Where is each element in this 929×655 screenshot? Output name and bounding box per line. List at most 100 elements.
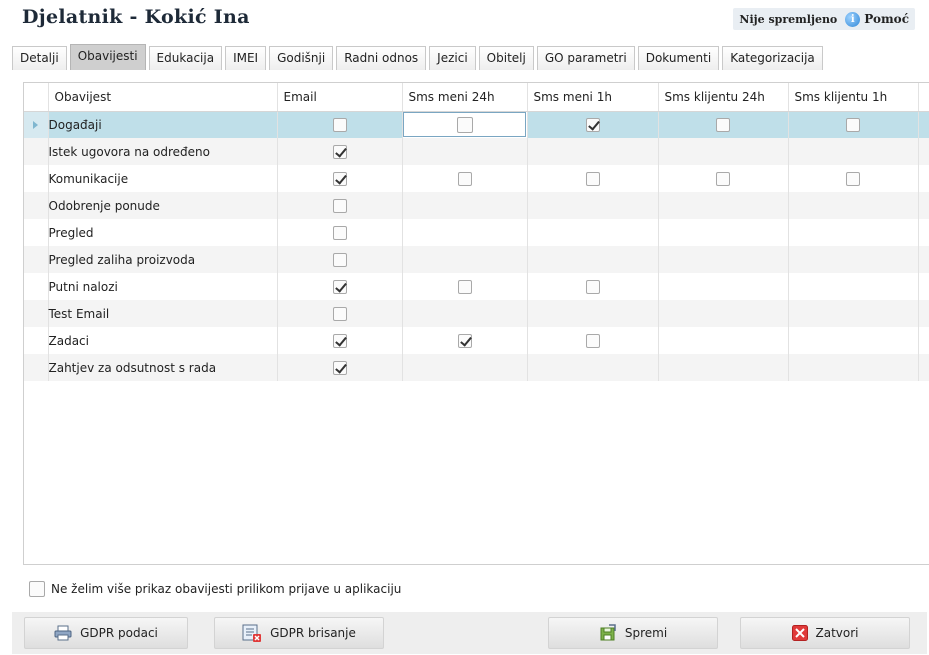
optout-checkbox[interactable] bbox=[29, 581, 45, 597]
email-checkbox[interactable] bbox=[332, 306, 347, 321]
email-checkbox[interactable] bbox=[332, 360, 347, 375]
row-indicator[interactable] bbox=[24, 273, 49, 300]
email-checkbox[interactable] bbox=[332, 279, 347, 294]
notification-name-cell: Događaji bbox=[48, 111, 278, 138]
email-checkbox[interactable] bbox=[332, 171, 347, 186]
sms-me-1h-cell bbox=[527, 219, 659, 246]
filler-cell bbox=[918, 354, 929, 381]
tab-radni-odnos[interactable]: Radni odnos bbox=[336, 46, 427, 70]
row-indicator[interactable] bbox=[24, 138, 49, 165]
sms-me-24h-checkbox[interactable] bbox=[456, 116, 473, 133]
tab-obavijesti[interactable]: Obavijesti bbox=[69, 44, 146, 70]
email-checkbox[interactable] bbox=[332, 118, 347, 132]
sms-me-1h-checkbox[interactable] bbox=[585, 333, 600, 348]
sms-me-24h-checkbox[interactable] bbox=[457, 279, 472, 294]
sms-me-1h-cell bbox=[527, 354, 659, 381]
sms-me-24h-cell bbox=[402, 138, 528, 165]
sms-me-1h-cell bbox=[527, 138, 659, 165]
sms-client-24h-cell bbox=[658, 138, 789, 165]
sms-client-1h-cell bbox=[788, 165, 919, 192]
sms-client-24h-cell bbox=[658, 165, 789, 192]
email-checkbox[interactable] bbox=[332, 333, 347, 348]
gdpr-data-button[interactable]: GDPR podaci bbox=[24, 617, 188, 649]
tab-obitelj[interactable]: Obitelj bbox=[478, 46, 534, 70]
tab-go-parametri[interactable]: GO parametri bbox=[536, 46, 635, 70]
notifications-grid-panel: Obavijest Email Sms meni 24h Sms meni 1h… bbox=[23, 82, 929, 565]
sms-me-24h-checkbox[interactable] bbox=[457, 333, 472, 348]
sms-client-1h-checkbox[interactable] bbox=[846, 118, 860, 132]
sms-me-1h-checkbox[interactable] bbox=[585, 171, 600, 186]
row-indicator[interactable] bbox=[24, 300, 49, 327]
sms-client-1h-cell bbox=[788, 300, 919, 327]
table-row[interactable]: Pregled bbox=[24, 219, 929, 246]
sms-client-24h-checkbox[interactable] bbox=[716, 118, 730, 132]
sms-client-24h-checkbox[interactable] bbox=[716, 171, 730, 186]
row-indicator[interactable] bbox=[24, 111, 49, 138]
row-indicator[interactable] bbox=[24, 246, 49, 273]
sms-me-1h-cell bbox=[527, 192, 659, 219]
email-cell bbox=[277, 300, 403, 327]
email-cell bbox=[277, 111, 403, 138]
sms-me-24h-cell bbox=[402, 246, 528, 273]
table-row[interactable]: Pregled zaliha proizvoda bbox=[24, 246, 929, 273]
email-cell bbox=[277, 138, 403, 165]
row-indicator[interactable] bbox=[24, 219, 49, 246]
column-header-sms-meni-1h[interactable]: Sms meni 1h bbox=[527, 83, 659, 112]
tab-detalji[interactable]: Detalji bbox=[12, 46, 67, 70]
tab-bar: Detalji Obavijesti Edukacija IMEI Godišn… bbox=[12, 44, 917, 70]
table-row[interactable]: Događaji bbox=[24, 111, 929, 138]
tab-edukacija[interactable]: Edukacija bbox=[148, 46, 223, 70]
sms-me-24h-checkbox[interactable] bbox=[457, 171, 472, 186]
row-selector-arrow-icon bbox=[33, 120, 38, 129]
help-button[interactable]: i Pomoć bbox=[845, 11, 909, 27]
tab-godisnji[interactable]: Godišnji bbox=[269, 46, 334, 70]
sms-me-24h-cell bbox=[402, 300, 528, 327]
tab-imei[interactable]: IMEI bbox=[225, 46, 267, 70]
save-icon bbox=[599, 624, 617, 642]
sms-client-1h-cell bbox=[788, 111, 919, 138]
table-row[interactable]: Istek ugovora na određeno bbox=[24, 138, 929, 165]
sms-client-24h-cell bbox=[658, 327, 789, 354]
column-header-sms-klijentu-24h[interactable]: Sms klijentu 24h bbox=[658, 83, 789, 112]
sms-client-1h-checkbox[interactable] bbox=[846, 171, 860, 186]
email-checkbox[interactable] bbox=[332, 144, 347, 159]
filler-cell bbox=[918, 192, 929, 219]
notification-name-cell: Putni nalozi bbox=[48, 273, 278, 300]
grid-body: Događaji Istek ugovora na određeno Komunik… bbox=[24, 111, 929, 381]
row-indicator[interactable] bbox=[24, 327, 49, 354]
email-cell bbox=[277, 246, 403, 273]
column-header-email[interactable]: Email bbox=[277, 83, 403, 112]
sms-me-1h-checkbox[interactable] bbox=[585, 118, 600, 132]
save-button[interactable]: Spremi bbox=[548, 617, 718, 649]
sms-client-24h-cell bbox=[658, 273, 789, 300]
sms-me-24h-cell bbox=[402, 354, 528, 381]
row-indicator[interactable] bbox=[24, 354, 49, 381]
filler-cell bbox=[918, 111, 929, 138]
email-checkbox[interactable] bbox=[332, 225, 347, 240]
table-row[interactable]: Odobrenje ponude bbox=[24, 192, 929, 219]
email-checkbox[interactable] bbox=[332, 198, 347, 213]
sms-me-1h-cell bbox=[527, 246, 659, 273]
tab-jezici[interactable]: Jezici bbox=[429, 46, 476, 70]
table-row[interactable]: Putni nalozi bbox=[24, 273, 929, 300]
table-row[interactable]: Zahtjev za odsutnost s rada bbox=[24, 354, 929, 381]
close-icon bbox=[791, 625, 808, 641]
email-checkbox[interactable] bbox=[332, 252, 347, 267]
row-indicator[interactable] bbox=[24, 165, 49, 192]
grid-header-row: Obavijest Email Sms meni 24h Sms meni 1h… bbox=[24, 83, 929, 112]
table-row[interactable]: Zadaci bbox=[24, 327, 929, 354]
row-indicator[interactable] bbox=[24, 192, 49, 219]
table-row[interactable]: Test Email bbox=[24, 300, 929, 327]
column-header-sms-meni-24h[interactable]: Sms meni 24h bbox=[402, 83, 528, 112]
table-row[interactable]: Komunikacije bbox=[24, 165, 929, 192]
column-header-sms-klijentu-1h[interactable]: Sms klijentu 1h bbox=[788, 83, 919, 112]
column-header-obavijest[interactable]: Obavijest bbox=[48, 83, 278, 112]
gdpr-delete-button[interactable]: GDPR brisanje bbox=[214, 617, 384, 649]
sms-me-1h-checkbox[interactable] bbox=[585, 279, 600, 294]
email-cell bbox=[277, 219, 403, 246]
gdpr-data-label: GDPR podaci bbox=[80, 626, 158, 640]
tab-kategorizacija[interactable]: Kategorizacija bbox=[722, 46, 823, 70]
footer-bar: GDPR podaci GDPR brisanje Spremi Zatvori bbox=[12, 612, 927, 654]
tab-dokumenti[interactable]: Dokumenti bbox=[637, 46, 720, 70]
close-button[interactable]: Zatvori bbox=[740, 617, 910, 649]
